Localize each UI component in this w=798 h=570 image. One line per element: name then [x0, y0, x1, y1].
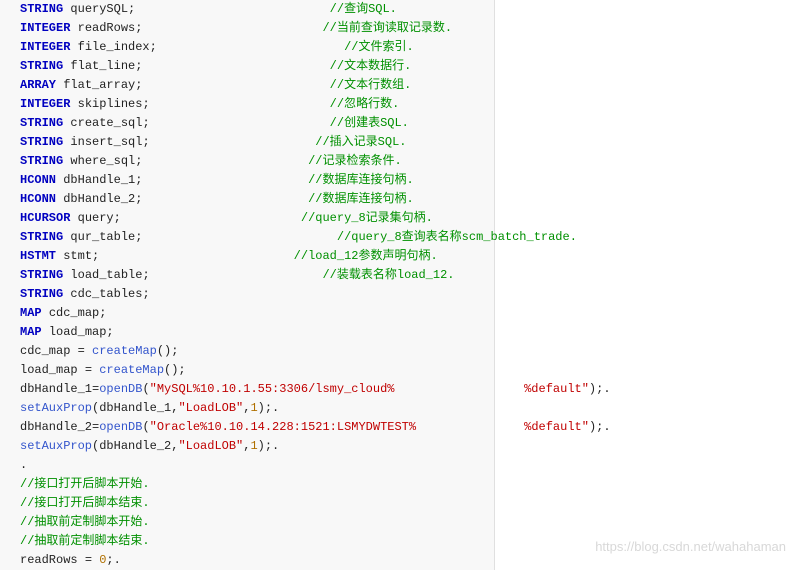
code-line: cdc_map = createMap();: [20, 342, 494, 361]
watermark-text: https://blog.csdn.net/wahahaman: [595, 537, 786, 556]
code-line: setAuxProp(dbHandle_2,"LoadLOB",1);.: [20, 437, 494, 456]
code-line: readRows = 0;.: [20, 551, 494, 570]
code-line: //抽取前定制脚本结束.: [20, 532, 494, 551]
code-line: MAP load_map;: [20, 323, 494, 342]
code-line: INTEGER file_index; //文件索引.: [20, 38, 494, 57]
code-line: STRING cdc_tables;: [20, 285, 494, 304]
code-line: HCONN dbHandle_2; //数据库连接句柄.: [20, 190, 494, 209]
code-line: //接口打开后脚本开始.: [20, 475, 494, 494]
code-line: STRING flat_line; //文本数据行.: [20, 57, 494, 76]
code-line: STRING create_sql; //创建表SQL.: [20, 114, 494, 133]
code-line: INTEGER skiplines; //忽略行数.: [20, 95, 494, 114]
code-line: ARRAY flat_array; //文本行数组.: [20, 76, 494, 95]
code-line: STRING insert_sql; //插入记录SQL.: [20, 133, 494, 152]
code-line: load_map = createMap();: [20, 361, 494, 380]
code-line: dbHandle_2=openDB("Oracle%10.10.14.228:1…: [20, 418, 494, 437]
code-line: .: [20, 456, 494, 475]
code-line: setAuxProp(dbHandle_1,"LoadLOB",1);.: [20, 399, 494, 418]
code-line: //抽取前定制脚本开始.: [20, 513, 494, 532]
code-line: INTEGER readRows; //当前查询读取记录数.: [20, 19, 494, 38]
code-line: HSTMT stmt; //load_12参数声明句柄.: [20, 247, 494, 266]
code-line: HCONN dbHandle_1; //数据库连接句柄.: [20, 171, 494, 190]
code-line: STRING qur_table; //query_8查询表名称scm_batc…: [20, 228, 494, 247]
code-line: STRING load_table; //装载表名称load_12.: [20, 266, 494, 285]
code-line: //接口打开后脚本结束.: [20, 494, 494, 513]
code-editor: STRING querySQL; //查询SQL.INTEGER readRow…: [0, 0, 495, 570]
code-line: dbHandle_1=openDB("MySQL%10.10.1.55:3306…: [20, 380, 494, 399]
code-line: MAP cdc_map;: [20, 304, 494, 323]
code-line: STRING querySQL; //查询SQL.: [20, 0, 494, 19]
code-line: HCURSOR query; //query_8记录集句柄.: [20, 209, 494, 228]
code-line: STRING where_sql; //记录检索条件.: [20, 152, 494, 171]
